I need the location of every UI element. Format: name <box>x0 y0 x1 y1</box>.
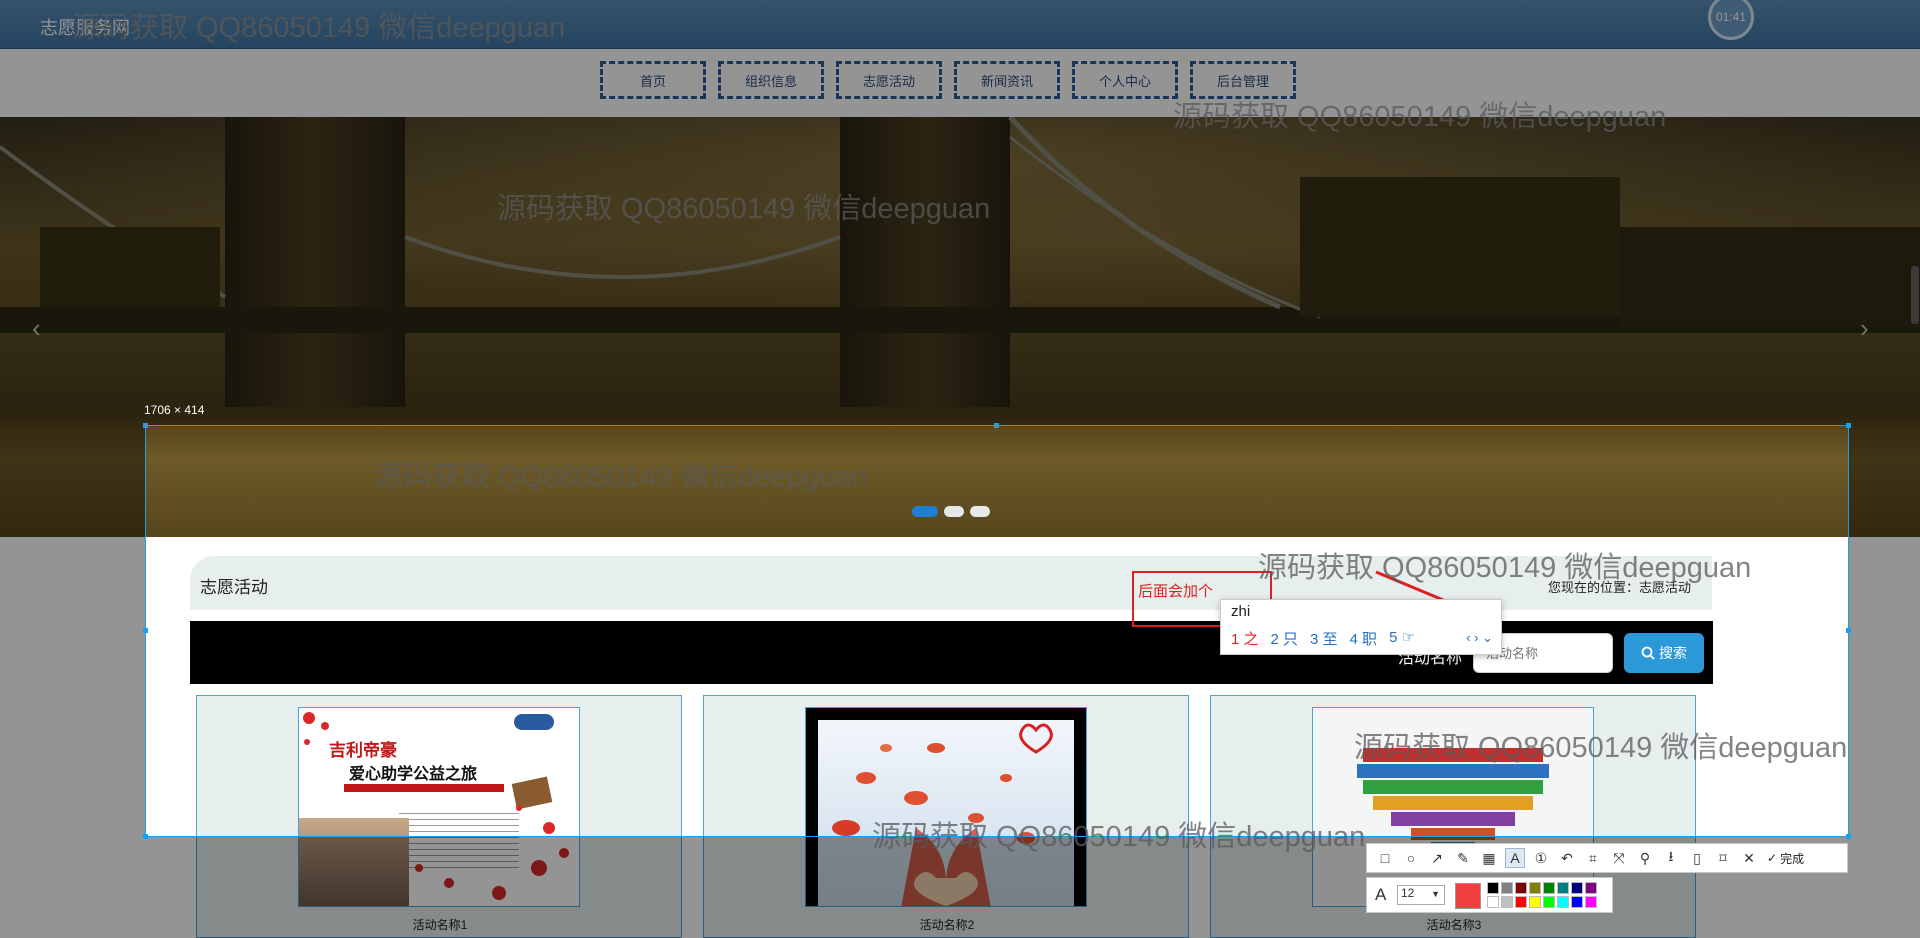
capture-size-label: 1706 × 414 <box>144 403 205 417</box>
mosaic-tool-icon[interactable]: ▦ <box>1479 848 1499 868</box>
color-swatch-2[interactable] <box>1501 882 1513 894</box>
selection-handle-w[interactable] <box>143 628 148 633</box>
color-swatch-15[interactable] <box>1571 896 1583 908</box>
phone-icon[interactable]: ▯ <box>1687 848 1707 868</box>
color-swatch-8[interactable] <box>1585 882 1597 894</box>
bookmark-icon[interactable]: ⌑ <box>1713 848 1733 868</box>
carousel-dots <box>912 506 990 517</box>
nav-home[interactable]: 首页 <box>600 61 706 99</box>
ime-page-nav-icon[interactable]: ‹ › ⌄ <box>1466 630 1493 646</box>
watermark: 源码获取 QQ86050149 微信deepguan <box>374 461 868 493</box>
ime-candidate-4[interactable]: 4 职 <box>1350 628 1378 649</box>
watermark: 源码获取 QQ86050149 微信deepguan <box>872 821 1366 853</box>
number-tool-icon[interactable]: ① <box>1531 848 1551 868</box>
ellipse-tool-icon[interactable]: ○ <box>1401 848 1421 868</box>
watermark: 源码获取 QQ86050149 微信deepguan <box>497 193 991 225</box>
download-icon[interactable]: ⭳ <box>1661 848 1681 868</box>
ime-candidate-window: zhi 1 之 2 只 3 至 4 职 5 ☞ ‹ › ⌄ <box>1220 599 1502 655</box>
carousel-dot-1[interactable] <box>912 506 938 517</box>
selection-handle-nw[interactable] <box>143 423 148 428</box>
ime-candidate-2[interactable]: 2 只 <box>1271 628 1299 649</box>
text-tool-icon[interactable]: A <box>1505 848 1525 868</box>
activity-name-1[interactable]: 活动名称1 <box>197 916 683 933</box>
ocr-icon[interactable]: ⌗ <box>1583 848 1603 868</box>
watermark: 源码获取 QQ86050149 微信deepguan <box>1354 732 1848 764</box>
check-icon: ✓ <box>1767 851 1778 865</box>
color-swatch-16[interactable] <box>1585 896 1597 908</box>
color-swatch-11[interactable] <box>1515 896 1527 908</box>
font-size-select[interactable]: 12 ▼ <box>1397 885 1445 905</box>
ime-candidate-1[interactable]: 1 之 <box>1231 628 1259 649</box>
color-palette <box>1487 882 1597 908</box>
chevron-down-icon: ▼ <box>1431 889 1440 899</box>
color-swatch-3[interactable] <box>1515 882 1527 894</box>
selection-handle-e[interactable] <box>1846 628 1851 633</box>
long-capture-icon[interactable]: ⤧ <box>1609 848 1629 868</box>
color-swatch-5[interactable] <box>1543 882 1555 894</box>
carousel-next-icon[interactable]: › <box>1860 313 1869 344</box>
selection-handle-ne[interactable] <box>1846 423 1851 428</box>
nav-activities[interactable]: 志愿活动 <box>836 61 942 99</box>
nav-organization[interactable]: 组织信息 <box>718 61 824 99</box>
color-swatch-14[interactable] <box>1557 896 1569 908</box>
color-swatch-10[interactable] <box>1501 896 1513 908</box>
selection-handle-se[interactable] <box>1846 834 1851 839</box>
carousel-dot-2[interactable] <box>944 506 964 517</box>
color-swatch-13[interactable] <box>1543 896 1555 908</box>
bridge-cables <box>0 117 1920 327</box>
carousel-prev-icon[interactable]: ‹ <box>32 313 41 344</box>
text-style-bar: A 12 ▼ <box>1366 877 1613 913</box>
watermark: 源码获取 QQ86050149 微信deepguan <box>1173 101 1667 133</box>
watermark: 源码获取 QQ86050149 微信deepguan <box>1258 552 1752 584</box>
selection-handle-n[interactable] <box>994 423 999 428</box>
current-color-swatch[interactable] <box>1455 883 1481 909</box>
selection-handle-sw[interactable] <box>143 834 148 839</box>
font-icon: A <box>1375 885 1387 904</box>
annotation-text[interactable]: 后面会加个 <box>1138 580 1213 601</box>
color-swatch-1[interactable] <box>1487 882 1499 894</box>
activity-name-2[interactable]: 活动名称2 <box>704 916 1190 933</box>
color-swatch-4[interactable] <box>1529 882 1541 894</box>
ime-candidate-5[interactable]: 5 ☞ <box>1389 628 1415 649</box>
done-button[interactable]: ✓ 完成 <box>1767 850 1804 867</box>
done-label: 完成 <box>1780 851 1805 866</box>
pin-icon[interactable]: ⚲ <box>1635 848 1655 868</box>
carousel-dot-3[interactable] <box>970 506 990 517</box>
color-swatch-12[interactable] <box>1529 896 1541 908</box>
ime-candidate-3[interactable]: 3 至 <box>1310 628 1338 649</box>
activity-name-3[interactable]: 活动名称3 <box>1211 916 1697 933</box>
scrollbar-thumb[interactable] <box>1911 266 1919 324</box>
ime-pinyin: zhi <box>1231 603 1251 620</box>
capture-toolbar: □ ○ ↗ ✎ ▦ A ① ↶ ⌗ ⤧ ⚲ ⭳ ▯ ⌑ ✕ ✓ 完成 <box>1366 843 1848 873</box>
close-icon[interactable]: ✕ <box>1739 848 1759 868</box>
color-swatch-9[interactable] <box>1487 896 1499 908</box>
rectangle-tool-icon[interactable]: □ <box>1375 848 1395 868</box>
undo-icon[interactable]: ↶ <box>1557 848 1577 868</box>
color-swatch-6[interactable] <box>1557 882 1569 894</box>
nav-news[interactable]: 新闻资讯 <box>954 61 1060 99</box>
watermark: 源码获取 QQ86050149 微信deepguan <box>72 12 566 44</box>
font-size-value: 12 <box>1401 886 1415 900</box>
nav-profile[interactable]: 个人中心 <box>1072 61 1178 99</box>
clock-badge: 01:41 <box>1708 0 1754 40</box>
ime-candidates: 1 之 2 只 3 至 4 职 5 ☞ <box>1231 628 1415 649</box>
pen-tool-icon[interactable]: ✎ <box>1453 848 1473 868</box>
arrow-tool-icon[interactable]: ↗ <box>1427 848 1447 868</box>
color-swatch-7[interactable] <box>1571 882 1583 894</box>
